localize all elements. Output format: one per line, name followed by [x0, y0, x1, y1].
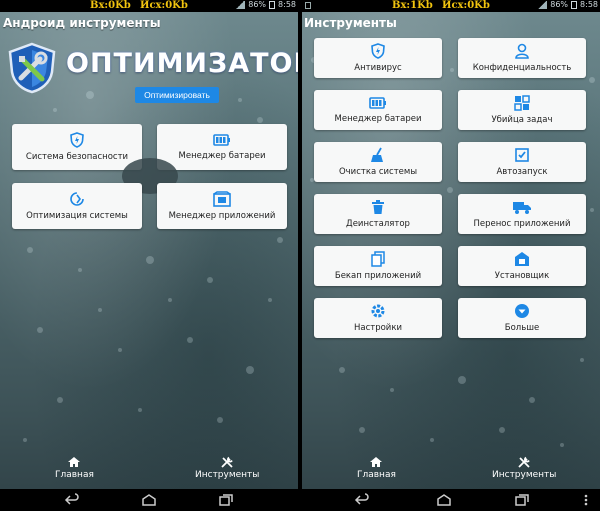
tab-home[interactable]: Главная	[357, 456, 396, 480]
tool-label: Деинсталятор	[346, 219, 410, 229]
tools-icon	[518, 456, 530, 468]
tool-label: Перенос приложений	[473, 219, 571, 229]
more-icon	[515, 304, 529, 318]
card-label: Менеджер батареи	[178, 151, 266, 161]
home-icon	[68, 457, 81, 467]
battery-percent: 86%	[248, 0, 267, 9]
tool-label: Очистка системы	[338, 167, 418, 177]
app-manager-icon	[213, 191, 231, 207]
tx-speed: Исх:0Kb	[442, 0, 490, 11]
tool-settings[interactable]: Настройки	[314, 298, 442, 338]
tool-task-killer[interactable]: Убийца задач	[458, 90, 586, 130]
system-nav-bar	[0, 489, 298, 511]
tool-label: Автозапуск	[496, 167, 548, 177]
tab-label: Инструменты	[492, 470, 557, 480]
clock: 8:58	[580, 0, 598, 9]
tool-label: Менеджер батареи	[334, 114, 422, 124]
tool-label: Установщик	[494, 271, 550, 281]
bottom-tab-bar: Главная Инструменты	[302, 456, 600, 488]
back-icon[interactable]	[64, 493, 80, 507]
tool-app-backup[interactable]: Бекап приложений	[314, 246, 442, 286]
back-icon[interactable]	[354, 493, 370, 507]
tool-label: Больше	[504, 323, 540, 333]
optimize-button[interactable]: Оптимизировать	[135, 87, 219, 103]
app-title: Андроид инструменты	[3, 16, 161, 30]
card-label: Оптимизация системы	[26, 211, 128, 221]
shield-icon	[70, 132, 84, 148]
card-label: Система безопасности	[25, 152, 129, 162]
tool-system-cleanup[interactable]: Очистка системы	[314, 142, 442, 182]
truck-icon	[513, 202, 531, 214]
privacy-icon	[515, 43, 529, 59]
brand-title: ОПТИМИЗАТОР	[66, 48, 298, 79]
task-killer-icon	[514, 95, 530, 111]
rx-speed: Вх:0Kb	[90, 0, 131, 11]
system-nav-bar	[302, 489, 600, 511]
card-system-optimization[interactable]: Оптимизация системы	[12, 183, 142, 229]
signal-icon	[537, 0, 548, 9]
tool-label: Настройки	[353, 323, 402, 333]
broom-icon	[371, 147, 383, 162]
tool-uninstaller[interactable]: Деинсталятор	[314, 194, 442, 234]
tab-label: Главная	[55, 470, 94, 480]
tab-label: Главная	[357, 470, 396, 480]
card-label: Менеджер приложений	[168, 211, 276, 221]
battery-status-icon	[269, 0, 276, 9]
tools-screen: Вх:1Kb Исх:0Kb 86% 8:58 Инструменты Анти…	[302, 0, 600, 511]
tool-privacy[interactable]: Конфиденциальность	[458, 38, 586, 78]
home-icon	[370, 457, 383, 467]
tools-icon	[221, 456, 233, 468]
gear-icon	[371, 304, 385, 318]
optimizer-logo-icon	[8, 42, 56, 94]
tool-label: Бекап приложений	[334, 271, 422, 281]
autostart-icon	[515, 148, 529, 162]
recent-apps-icon[interactable]	[218, 493, 234, 507]
tool-battery-manager[interactable]: Менеджер батареи	[314, 90, 442, 130]
battery-icon	[369, 97, 386, 109]
tab-label: Инструменты	[195, 470, 260, 480]
installer-icon	[515, 252, 529, 266]
tool-antivirus[interactable]: Антивирус	[314, 38, 442, 78]
backup-icon	[371, 251, 385, 267]
tab-tools[interactable]: Инструменты	[492, 456, 556, 480]
tool-autostart[interactable]: Автозапуск	[458, 142, 586, 182]
rx-speed: Вх:1Kb	[392, 0, 433, 11]
battery-percent: 86%	[550, 0, 569, 9]
bottom-tab-bar: Главная Инструменты	[0, 456, 298, 488]
status-bar: Вх:1Kb Исх:0Kb 86% 8:58	[302, 0, 600, 12]
card-security-system[interactable]: Система безопасности	[12, 124, 142, 170]
tool-label: Убийца задач	[491, 115, 553, 125]
clock: 8:58	[278, 0, 296, 9]
optimize-icon	[70, 192, 84, 206]
home-nav-icon[interactable]	[141, 493, 157, 507]
page-title: Инструменты	[304, 16, 397, 30]
signal-icon	[235, 0, 246, 9]
home-screen: Вх:0Kb Исх:0Kb 86% 8:58 Андроид инструме…	[0, 0, 298, 511]
home-nav-icon[interactable]	[436, 493, 452, 507]
shield-icon	[371, 43, 385, 59]
status-bar: Вх:0Kb Исх:0Kb 86% 8:58	[0, 0, 298, 12]
card-battery-manager[interactable]: Менеджер батареи	[157, 124, 287, 170]
tool-label: Конфиденциальность	[472, 63, 572, 73]
tab-tools[interactable]: Инструменты	[195, 456, 259, 480]
tool-label: Антивирус	[354, 63, 402, 73]
system-indicators: 86% 8:58	[235, 0, 296, 9]
tab-home[interactable]: Главная	[55, 456, 94, 480]
tool-app-transfer[interactable]: Перенос приложений	[458, 194, 586, 234]
tx-speed: Исх:0Kb	[140, 0, 188, 11]
recent-apps-icon[interactable]	[514, 493, 530, 507]
battery-status-icon	[571, 0, 578, 9]
tool-installer[interactable]: Установщик	[458, 246, 586, 286]
menu-dots-icon[interactable]	[578, 493, 594, 507]
trash-icon	[372, 200, 384, 214]
tool-more[interactable]: Больше	[458, 298, 586, 338]
notification-icon	[305, 2, 311, 9]
battery-icon	[213, 134, 230, 146]
card-app-manager[interactable]: Менеджер приложений	[157, 183, 287, 229]
system-indicators: 86% 8:58	[537, 0, 598, 9]
